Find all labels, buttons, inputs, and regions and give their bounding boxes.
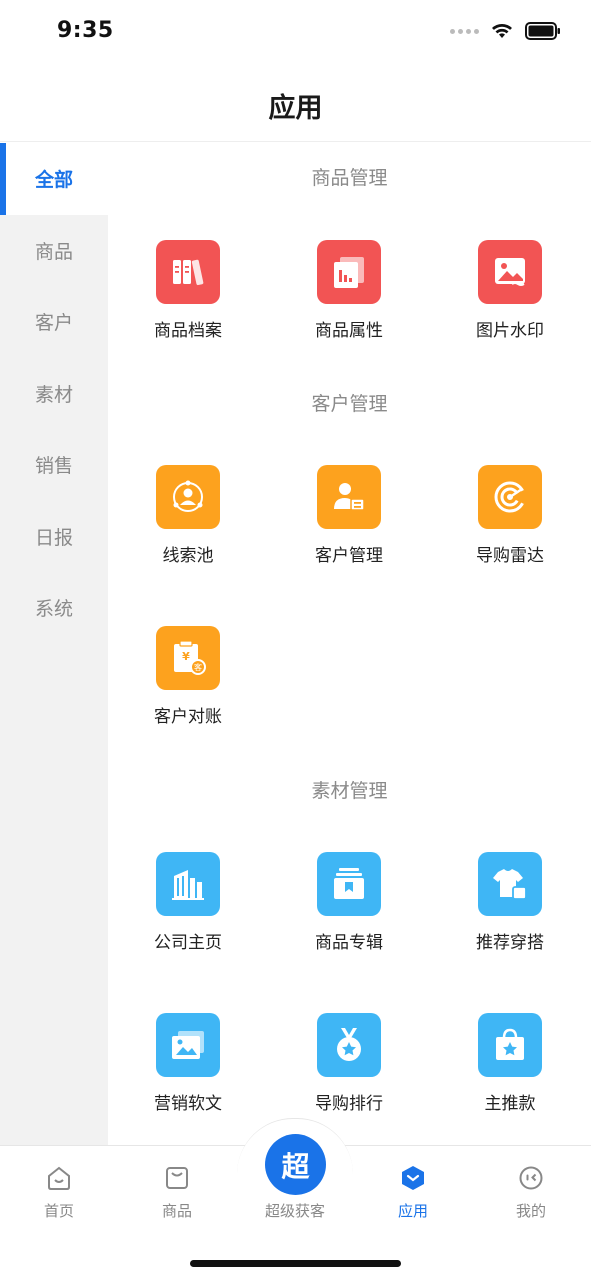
- image-watermark-icon: [478, 240, 542, 304]
- tile-product-archive[interactable]: 商品档案: [128, 240, 248, 350]
- category-sidebar: 全部 商品 客户 素材 销售 日报 系统: [0, 143, 108, 1145]
- sidebar-item-sales[interactable]: 销售: [0, 429, 108, 501]
- page-header: 应用: [0, 64, 591, 142]
- tab-home[interactable]: 首页: [9, 1164, 109, 1221]
- album-bookmark-icon: [317, 852, 381, 916]
- tile-label: 导购雷达: [476, 546, 544, 566]
- section-title-products: 商品管理: [311, 167, 388, 189]
- svg-text:客: 客: [194, 662, 202, 672]
- tile-label: 客户对账: [154, 707, 222, 727]
- tile-label: 主推款: [484, 1094, 536, 1114]
- tile-label: 公司主页: [154, 933, 222, 953]
- bar-chart-document-icon: [317, 240, 381, 304]
- tile-recommended-outfits[interactable]: 推荐穿搭: [450, 852, 570, 962]
- status-icons: [450, 22, 561, 40]
- tile-marketing-articles[interactable]: 营销软文: [128, 1013, 248, 1123]
- sidebar-item-products[interactable]: 商品: [0, 215, 108, 287]
- svg-text:¥: ¥: [182, 650, 190, 663]
- tile-featured-items[interactable]: 主推款: [450, 1013, 570, 1123]
- person-network-icon: [156, 465, 220, 529]
- tile-guide-radar[interactable]: 导购雷达: [450, 465, 570, 575]
- sidebar-item-all[interactable]: 全部: [0, 143, 108, 215]
- sidebar-item-customers[interactable]: 客户: [0, 286, 108, 358]
- tab-label: 商品: [161, 1202, 192, 1220]
- building-icon: [156, 852, 220, 916]
- signal-icon: [450, 28, 479, 34]
- super-icon: 超: [281, 1149, 310, 1183]
- tile-label: 商品档案: [154, 321, 222, 341]
- status-bar: 9:35: [0, 0, 591, 64]
- tile-label: 客户管理: [315, 546, 383, 566]
- home-indicator: [190, 1260, 401, 1267]
- tile-customer-reconciliation[interactable]: ¥ 客 客户对账: [128, 626, 248, 736]
- home-smile-icon: [45, 1164, 73, 1192]
- tile-lead-pool[interactable]: 线索池: [128, 465, 248, 575]
- books-icon: [156, 240, 220, 304]
- tab-products[interactable]: 商品: [127, 1164, 227, 1221]
- tile-label: 商品属性: [315, 321, 383, 341]
- tile-label: 营销软文: [154, 1094, 222, 1114]
- tile-label: 商品专辑: [315, 933, 383, 953]
- sidebar-item-system[interactable]: 系统: [0, 572, 108, 644]
- radar-icon: [478, 465, 542, 529]
- section-title-customers: 客户管理: [311, 393, 388, 415]
- app-grid: 商品管理 商品档案 商品属性 图片水印 客户管理 线索池 客户管理 导购雷达 ¥…: [108, 143, 591, 1145]
- tab-label: 我的: [515, 1202, 546, 1220]
- sidebar-item-daily-report[interactable]: 日报: [0, 501, 108, 573]
- tile-product-album[interactable]: 商品专辑: [289, 852, 409, 962]
- tile-label: 线索池: [162, 546, 214, 566]
- yuan-clipboard-icon: ¥ 客: [156, 626, 220, 690]
- page-title: 应用: [268, 93, 323, 124]
- contact-card-icon: [317, 465, 381, 529]
- tab-mine[interactable]: 我的: [481, 1164, 581, 1221]
- tab-label: 首页: [43, 1202, 74, 1220]
- tile-product-attributes[interactable]: 商品属性: [289, 240, 409, 350]
- section-title-materials: 素材管理: [311, 780, 388, 802]
- wifi-icon: [492, 24, 512, 38]
- tile-label: 导购排行: [315, 1094, 383, 1114]
- tile-image-watermark[interactable]: 图片水印: [450, 240, 570, 350]
- tile-label: 推荐穿搭: [476, 933, 544, 953]
- super-acquire-button[interactable]: 超: [265, 1134, 326, 1195]
- tab-apps[interactable]: 应用: [363, 1164, 463, 1221]
- battery-icon: [525, 22, 560, 40]
- shopping-bag-star-icon: [478, 1013, 542, 1077]
- tile-company-homepage[interactable]: 公司主页: [128, 852, 248, 962]
- tshirt-bag-icon: [478, 852, 542, 916]
- apps-cube-icon: [399, 1164, 427, 1192]
- profile-face-icon: [517, 1164, 545, 1192]
- bottom-tab-bar: 首页 商品 超 超级获客 应用 我的: [0, 1118, 591, 1280]
- tab-label-super-acquire: 超级获客: [264, 1202, 325, 1220]
- sidebar-item-materials[interactable]: 素材: [0, 358, 108, 430]
- medal-star-icon: [317, 1013, 381, 1077]
- photo-stack-icon: [156, 1013, 220, 1077]
- product-box-icon: [163, 1164, 191, 1192]
- tile-label: 图片水印: [476, 321, 544, 341]
- tab-label: 应用: [397, 1202, 428, 1220]
- tile-customer-management[interactable]: 客户管理: [289, 465, 409, 575]
- status-time: 9:35: [57, 18, 114, 43]
- tile-guide-ranking[interactable]: 导购排行: [289, 1013, 409, 1123]
